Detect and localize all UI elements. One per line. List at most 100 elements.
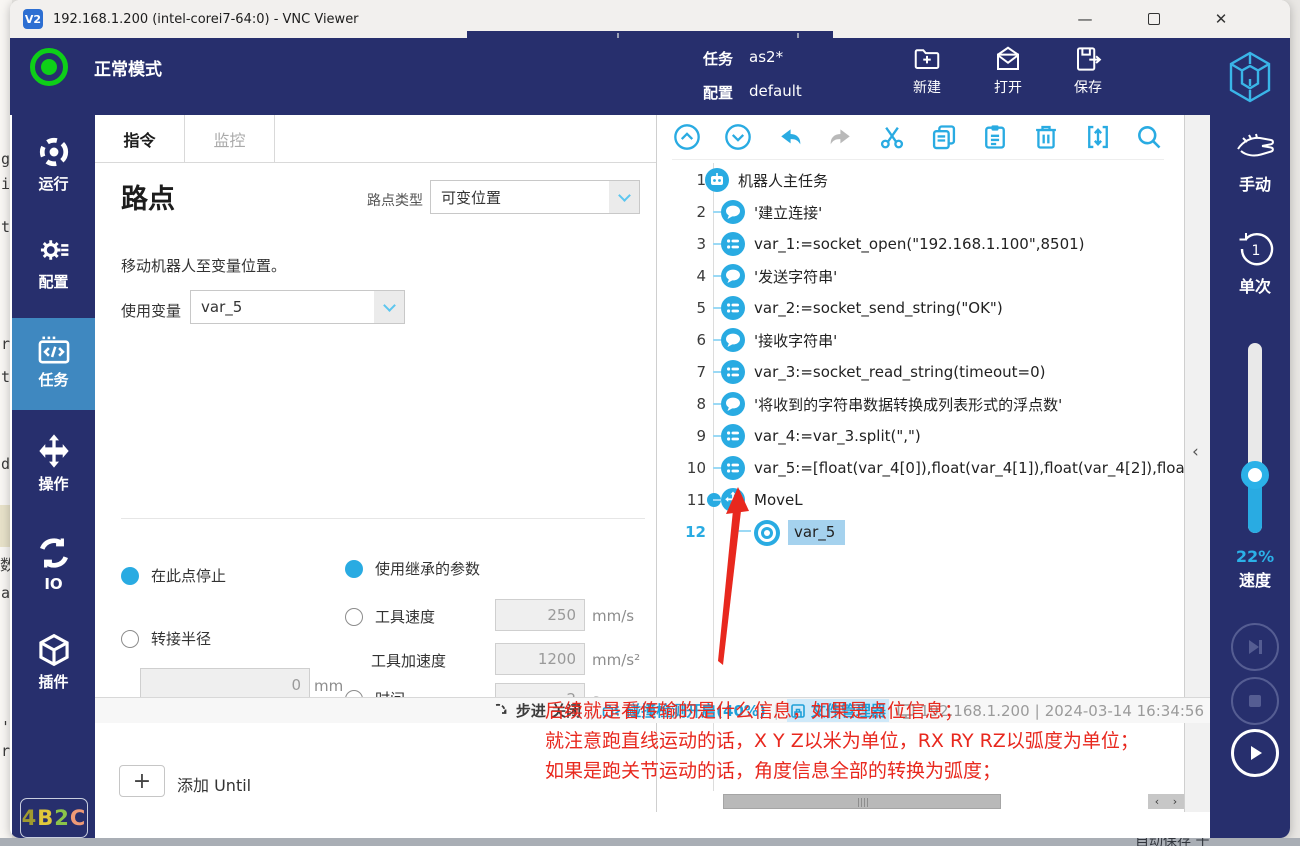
tab-instruction[interactable]: 指令 xyxy=(95,115,185,163)
tool-accel-input[interactable]: 1200 xyxy=(495,643,585,675)
single-cycle-icon[interactable]: 1 xyxy=(1236,230,1276,270)
badge-char: 2 xyxy=(54,806,70,830)
tool-accel-label: 工具加速度 xyxy=(371,650,446,671)
tab-monitor[interactable]: 监控 xyxy=(185,115,275,163)
radio-on-icon xyxy=(121,567,139,585)
redo-button[interactable] xyxy=(826,122,856,152)
scrollbar-buttons: ‹ › xyxy=(1148,794,1184,809)
sidebar-item-operate[interactable]: 操作 xyxy=(12,433,95,494)
config-label: 配置 xyxy=(703,82,733,103)
undo-button[interactable] xyxy=(775,122,805,152)
tree-row[interactable]: 8 '将收到的字符串数据转换成列表形式的浮点数' xyxy=(658,388,1185,420)
maximize-button[interactable] xyxy=(1131,0,1177,38)
tree-row[interactable]: 3 var_1:=socket_open("192.168.1.100",850… xyxy=(658,228,1185,260)
sidebar-item-plugin[interactable]: 插件 xyxy=(12,633,95,692)
task-value: as2* xyxy=(749,48,783,69)
task-row: 任务 as2* xyxy=(703,48,783,69)
code-window-icon xyxy=(36,334,72,366)
sidebar-io-label: IO xyxy=(12,575,95,593)
tree-row[interactable]: 9 var_4:=var_3.split(",") xyxy=(658,420,1185,452)
waypoint-type-select[interactable]: 可变位置 xyxy=(430,180,640,214)
inherit-params-option[interactable]: 使用继承的参数 xyxy=(345,558,480,579)
radio-on-icon xyxy=(345,560,363,578)
scroll-right-button[interactable]: › xyxy=(1173,795,1177,808)
line-number: 8 xyxy=(664,395,706,413)
move-down-icon xyxy=(724,123,752,151)
comment-icon xyxy=(720,391,746,417)
left-nav-sidebar: 运行 配置 任务 xyxy=(12,115,95,838)
horizontal-scrollbar-thumb[interactable] xyxy=(723,794,1001,809)
backdrop-text-fragment: r xyxy=(1,335,10,353)
stop-here-label: 在此点停止 xyxy=(151,565,226,586)
undo-icon xyxy=(776,123,804,151)
svg-text:1: 1 xyxy=(1252,243,1261,259)
badge-char: 4 xyxy=(22,806,38,830)
hand-manual-icon[interactable] xyxy=(1235,133,1277,169)
search-button[interactable] xyxy=(1134,122,1164,152)
tree-row[interactable]: 2 '建立连接' xyxy=(658,196,1185,228)
mode-label: 正常模式 xyxy=(94,55,162,80)
annotation-text: 后续就是看传输的是什么信息，如果是点位信息； 就注意跑直线运动的话，X Y Z以… xyxy=(545,696,1195,786)
scrollbar-grip xyxy=(858,798,859,807)
step-next-button[interactable] xyxy=(1231,623,1279,671)
minimize-button[interactable]: — xyxy=(1062,0,1108,38)
sidebar-item-io[interactable]: IO xyxy=(12,535,95,593)
line-number: 7 xyxy=(664,363,706,381)
sidebar-item-config[interactable]: 配置 xyxy=(12,233,95,292)
tree-row[interactable]: 10 var_5:=[float(var_4[0]),float(var_4[1… xyxy=(658,452,1185,484)
move-up-button[interactable] xyxy=(672,122,702,152)
collapse-chevron-icon[interactable]: ‹ xyxy=(1192,442,1199,462)
maximize-icon xyxy=(1148,13,1160,25)
tree-row[interactable]: 7 var_3:=socket_read_string(timeout=0) xyxy=(658,356,1185,388)
use-variable-value: var_5 xyxy=(191,298,374,316)
add-until-button[interactable]: + xyxy=(119,765,165,797)
brand-cube-logo-icon xyxy=(1223,49,1277,105)
open-task-button[interactable]: 打开 xyxy=(973,44,1043,97)
tree-line-text: 机器人主任务 xyxy=(738,170,828,191)
close-button[interactable]: ✕ xyxy=(1198,0,1244,38)
taskbar-strip: 自动保存 于 xyxy=(0,838,1300,846)
sidebar-plugin-label: 插件 xyxy=(12,671,95,692)
trash-icon xyxy=(1032,123,1060,151)
tree-line-text: var_4:=var_3.split(",") xyxy=(754,427,921,445)
tree-row[interactable]: 6 '接收字符串' xyxy=(658,324,1185,356)
replace-button[interactable] xyxy=(1083,122,1113,152)
tree-line-text: var_5:=[float(var_4[0]),float(var_4[1]),… xyxy=(754,459,1184,477)
scroll-left-button[interactable]: ‹ xyxy=(1155,795,1159,808)
blend-radius-option[interactable]: 转接半径 xyxy=(121,628,211,649)
new-task-button[interactable]: 新建 xyxy=(892,44,962,97)
single-cycle-label: 单次 xyxy=(1210,273,1290,297)
delete-button[interactable] xyxy=(1031,122,1061,152)
stop-icon xyxy=(1247,693,1263,709)
tree-row[interactable]: 5 var_2:=socket_send_string("OK") xyxy=(658,292,1185,324)
sidebar-item-task-active[interactable]: 任务 xyxy=(12,318,95,410)
io-cycle-icon xyxy=(36,535,72,571)
stop-here-option[interactable]: 在此点停止 xyxy=(121,565,226,586)
save-label: 保存 xyxy=(1053,77,1123,97)
robot-mode-indicator[interactable]: 正常模式 xyxy=(30,48,162,86)
tool-speed-input[interactable]: 250 xyxy=(495,599,585,631)
config-value: default xyxy=(749,82,802,103)
copy-button[interactable] xyxy=(929,122,959,152)
tree-line-text: var_1:=socket_open("192.168.1.100",8501) xyxy=(754,235,1085,253)
chevron-down-icon xyxy=(609,181,639,213)
cut-button[interactable] xyxy=(877,122,907,152)
save-task-button[interactable]: 保存 xyxy=(1053,44,1123,97)
tree-row[interactable]: 4 '发送字符串' xyxy=(658,260,1185,292)
sidebar-item-run[interactable]: 运行 xyxy=(12,135,95,194)
play-button[interactable] xyxy=(1231,729,1279,777)
radio-off-icon xyxy=(121,630,139,648)
robot-model-badge[interactable]: 4B2C xyxy=(20,798,88,838)
vnc-logo-icon: V2 xyxy=(23,9,43,29)
tree-row[interactable]: 1 机器人主任务 xyxy=(658,164,1185,196)
move-down-button[interactable] xyxy=(723,122,753,152)
paste-button[interactable] xyxy=(980,122,1010,152)
tool-speed-option[interactable]: 工具速度 xyxy=(345,606,435,627)
use-variable-label: 使用变量 xyxy=(121,300,181,321)
tree-line-text: var_5 xyxy=(788,520,845,545)
move-up-icon xyxy=(673,123,701,151)
stop-button[interactable] xyxy=(1231,677,1279,725)
speed-slider-thumb[interactable] xyxy=(1241,461,1269,489)
use-variable-select[interactable]: var_5 xyxy=(190,290,405,324)
scrollbar-grip xyxy=(861,798,862,807)
